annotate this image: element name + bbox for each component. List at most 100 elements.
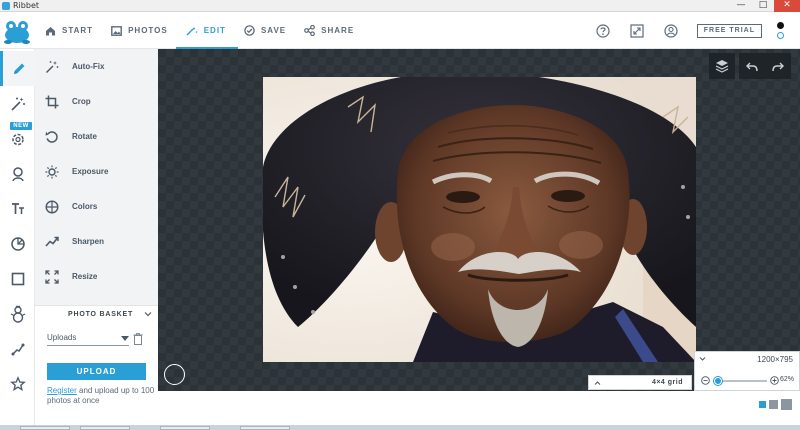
bottom-bar bbox=[158, 391, 800, 425]
taskbar-item[interactable] bbox=[80, 426, 130, 430]
brush-size-circle-icon[interactable] bbox=[164, 364, 185, 385]
nav-start-label: START bbox=[62, 26, 94, 35]
rail-portrait[interactable] bbox=[0, 156, 35, 191]
medium-view-icon[interactable] bbox=[769, 400, 778, 409]
frame-icon bbox=[11, 272, 24, 285]
star-icon bbox=[9, 375, 26, 391]
trash-icon[interactable] bbox=[133, 333, 143, 345]
help-icon[interactable] bbox=[595, 23, 611, 39]
primary-color-dot bbox=[777, 21, 784, 29]
zoom-panel: 1200×795 62% bbox=[694, 351, 800, 391]
crop-icon bbox=[45, 95, 59, 109]
canvas-toolbar bbox=[709, 53, 795, 79]
redo-icon bbox=[772, 62, 784, 72]
zoom-slider[interactable] bbox=[713, 377, 767, 385]
top-right-actions: FREE TRIAL bbox=[595, 12, 800, 49]
account-icon[interactable] bbox=[663, 23, 679, 39]
magic-wand-icon bbox=[186, 26, 198, 35]
tool-colors[interactable]: Colors bbox=[35, 189, 158, 224]
maximize-button[interactable]: □ bbox=[752, 0, 774, 12]
rail-seasonal[interactable] bbox=[0, 296, 35, 331]
rail-stickers[interactable] bbox=[0, 226, 35, 261]
pencil-icon bbox=[14, 63, 25, 74]
basket-source-select[interactable]: Uploads bbox=[47, 332, 129, 346]
nav-share-label: SHARE bbox=[321, 26, 355, 35]
upload-button[interactable]: UPLOAD bbox=[47, 363, 146, 380]
nav-photos-label: PHOTOS bbox=[128, 26, 168, 35]
taskbar-item[interactable] bbox=[20, 426, 70, 430]
grid-toggle[interactable]: 4×4 grid bbox=[588, 375, 692, 390]
small-view-icon[interactable] bbox=[759, 401, 766, 408]
rail-text[interactable] bbox=[0, 191, 35, 226]
tool-auto-fix-label: Auto-Fix bbox=[72, 62, 105, 71]
window-controls: — □ ✕ bbox=[730, 0, 800, 12]
edited-photo[interactable] bbox=[263, 77, 696, 362]
layers-button[interactable] bbox=[709, 53, 735, 79]
home-icon bbox=[46, 26, 55, 35]
zoom-slider-thumb[interactable] bbox=[714, 377, 723, 385]
chevron-down-icon bbox=[144, 312, 152, 317]
photo-basket-header[interactable]: PHOTO BASKET bbox=[35, 306, 158, 323]
taskbar-item[interactable] bbox=[240, 426, 290, 430]
app-favicon-icon bbox=[2, 2, 10, 10]
resize-icon bbox=[45, 269, 59, 284]
tool-resize-label: Resize bbox=[72, 272, 98, 281]
nav-share[interactable]: SHARE bbox=[304, 12, 364, 49]
nav-start[interactable]: START bbox=[45, 12, 103, 49]
portrait-photo-image bbox=[263, 77, 696, 362]
nav-photos[interactable]: PHOTOS bbox=[111, 12, 178, 49]
secondary-color-dot bbox=[777, 31, 784, 39]
ribbet-logo-icon[interactable] bbox=[2, 16, 32, 46]
nav-edit-label: EDIT bbox=[203, 26, 226, 35]
editing-canvas[interactable]: 4×4 grid 1200×795 62% bbox=[158, 49, 800, 391]
rail-draw[interactable] bbox=[0, 331, 35, 366]
nav-edit[interactable]: EDIT bbox=[175, 12, 239, 50]
photos-icon bbox=[111, 25, 122, 36]
check-circle-icon bbox=[244, 25, 255, 36]
register-link[interactable]: Register bbox=[47, 386, 77, 395]
gear-icon bbox=[11, 133, 24, 145]
rail-favorites[interactable] bbox=[0, 366, 35, 401]
caret-down-icon bbox=[121, 336, 129, 341]
photo-basket: PHOTO BASKET Uploads UPLOAD Register and… bbox=[35, 305, 158, 425]
tool-auto-fix[interactable]: Auto-Fix bbox=[35, 49, 158, 84]
magic-wand-icon bbox=[10, 97, 25, 111]
free-trial-button[interactable]: FREE TRIAL bbox=[696, 23, 762, 38]
image-dimensions: 1200×795 bbox=[757, 355, 793, 364]
zoom-in-icon[interactable] bbox=[770, 376, 779, 385]
tool-exposure[interactable]: Exposure bbox=[35, 154, 158, 189]
tool-resize[interactable]: Resize bbox=[35, 259, 158, 294]
os-taskbar bbox=[0, 425, 800, 430]
sharpen-icon bbox=[45, 235, 59, 249]
fullscreen-icon[interactable] bbox=[629, 23, 645, 39]
exposure-icon bbox=[45, 165, 59, 179]
undo-button[interactable] bbox=[739, 53, 765, 79]
color-swatch-toggle[interactable] bbox=[776, 16, 786, 46]
nav-save[interactable]: SAVE bbox=[244, 12, 296, 49]
rail-frames[interactable] bbox=[0, 261, 35, 296]
minimize-button[interactable]: — bbox=[730, 0, 752, 12]
redo-button[interactable] bbox=[765, 53, 791, 79]
large-view-icon[interactable] bbox=[781, 399, 792, 410]
tool-rotate[interactable]: Rotate bbox=[35, 119, 158, 154]
taskbar-item[interactable] bbox=[160, 426, 210, 430]
stroke-icon bbox=[11, 343, 24, 355]
tool-crop[interactable]: Crop bbox=[35, 84, 158, 119]
tool-sharpen[interactable]: Sharpen bbox=[35, 224, 158, 259]
photo-basket-title: PHOTO BASKET bbox=[68, 311, 134, 318]
chevron-down-icon[interactable] bbox=[699, 356, 706, 362]
tool-rotate-label: Rotate bbox=[72, 132, 97, 141]
main-nav: START PHOTOS EDIT SAVE SHARE bbox=[45, 12, 372, 50]
window-titlebar: Ribbet — □ ✕ bbox=[0, 0, 800, 12]
rotate-icon bbox=[45, 130, 59, 144]
tool-crop-label: Crop bbox=[72, 97, 91, 106]
close-button[interactable]: ✕ bbox=[774, 0, 800, 12]
zoom-out-icon[interactable] bbox=[701, 376, 710, 385]
share-icon bbox=[304, 25, 316, 36]
rail-effects[interactable] bbox=[0, 86, 35, 121]
colors-icon bbox=[45, 199, 59, 214]
basket-source-value: Uploads bbox=[47, 333, 77, 342]
rail-edit[interactable] bbox=[0, 51, 35, 86]
rail-touchup[interactable] bbox=[0, 121, 35, 156]
category-rail: NEW bbox=[0, 49, 35, 425]
